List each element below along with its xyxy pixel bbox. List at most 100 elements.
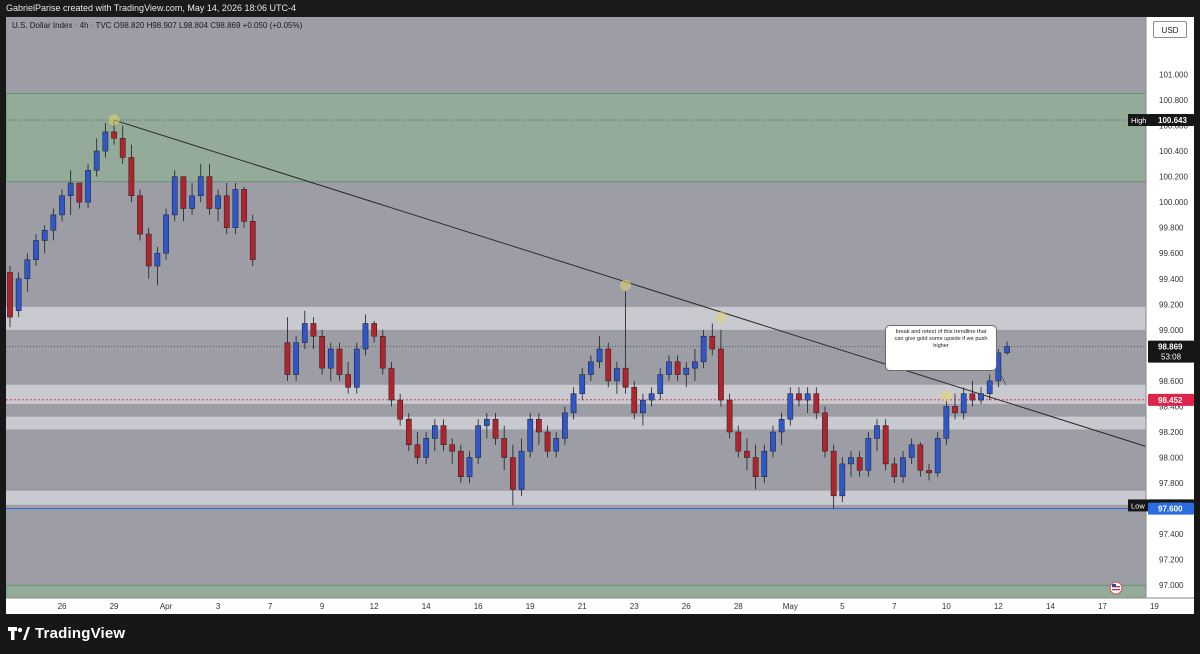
- candle-body: [492, 418, 499, 439]
- sr-zone-5[interactable]: [6, 490, 1146, 505]
- candle-body: [67, 182, 74, 197]
- candle[interactable]: [934, 432, 941, 477]
- candle-body: [41, 229, 48, 241]
- candle-body: [518, 450, 525, 490]
- last-price-countdown: 53:08: [1161, 353, 1182, 362]
- x-tick-label: 19: [526, 602, 535, 611]
- y-tick-label: 98.200: [1159, 428, 1184, 437]
- candle[interactable]: [319, 329, 325, 375]
- candle[interactable]: [163, 208, 169, 260]
- x-tick-label: 16: [474, 602, 483, 611]
- candle-body: [804, 393, 811, 401]
- candle-body: [457, 450, 464, 477]
- touch-point-marker[interactable]: [715, 311, 727, 323]
- candle[interactable]: [171, 170, 178, 222]
- candle-body: [449, 444, 456, 452]
- x-tick-label: 7: [268, 602, 273, 611]
- candle[interactable]: [605, 342, 612, 388]
- candle[interactable]: [865, 432, 872, 477]
- candle[interactable]: [379, 329, 386, 375]
- candle-body: [336, 348, 343, 375]
- candle-body: [405, 418, 412, 446]
- candle-body: [293, 342, 299, 375]
- candle-body: [544, 431, 551, 452]
- candle-body: [908, 444, 915, 458]
- x-tick-label: 28: [734, 602, 743, 611]
- candle[interactable]: [353, 342, 360, 394]
- candle-body: [978, 393, 984, 401]
- supply-zone-0[interactable]: [6, 93, 1147, 183]
- candle-body: [969, 393, 976, 401]
- candle-body: [900, 457, 906, 477]
- touch-point-marker[interactable]: [940, 390, 952, 402]
- candle[interactable]: [388, 361, 395, 407]
- y-tick-label: 100.000: [1159, 198, 1188, 207]
- y-tick-label: 100.400: [1159, 147, 1188, 156]
- candle-body: [128, 157, 135, 197]
- candle-body: [163, 214, 169, 254]
- x-tick-label: 23: [630, 602, 639, 611]
- candle[interactable]: [943, 400, 950, 445]
- candle[interactable]: [726, 393, 733, 439]
- candle-body: [85, 169, 91, 203]
- candle-body: [301, 323, 308, 343]
- annotation-callout[interactable]: break and retest of this trendline that …: [885, 325, 997, 371]
- candle[interactable]: [839, 457, 846, 503]
- candle-body: [822, 412, 828, 452]
- chart-header: GabrielParise created with TradingView.c…: [0, 0, 1200, 17]
- candle-body: [700, 335, 707, 363]
- y-tick-label: 97.800: [1159, 479, 1184, 488]
- x-tick-label: 14: [1046, 602, 1055, 611]
- candle-body: [891, 463, 898, 477]
- candle[interactable]: [475, 419, 482, 464]
- candle[interactable]: [527, 412, 534, 458]
- touch-point-marker[interactable]: [108, 114, 120, 126]
- candle-body: [648, 393, 655, 401]
- y-tick-label: 99.800: [1159, 224, 1184, 233]
- candle-body: [171, 176, 178, 216]
- supply-zone-1[interactable]: [6, 584, 1147, 599]
- y-tick-label: 99.000: [1159, 326, 1184, 335]
- candle-body: [952, 406, 958, 414]
- time-axis[interactable]: [6, 598, 1194, 614]
- candle-body: [796, 393, 802, 401]
- candle-body: [189, 195, 195, 209]
- currency-button[interactable]: USD: [1153, 21, 1187, 38]
- candle-body: [249, 221, 256, 260]
- candle-body: [24, 259, 31, 280]
- touch-point-marker[interactable]: [620, 279, 632, 291]
- candle[interactable]: [249, 214, 256, 266]
- candle-body: [423, 438, 430, 458]
- tradingview-logo[interactable]: TradingView: [8, 625, 125, 642]
- y-tick-label: 98.600: [1159, 377, 1184, 386]
- sr-zone-4[interactable]: [6, 416, 1146, 430]
- candle[interactable]: [15, 272, 22, 318]
- candle-body: [830, 450, 837, 497]
- candle[interactable]: [293, 336, 299, 381]
- candle[interactable]: [882, 419, 889, 471]
- candle-body: [241, 189, 247, 222]
- flag-icon[interactable]: [1109, 581, 1123, 595]
- candle-body: [848, 457, 854, 465]
- candle[interactable]: [232, 183, 239, 235]
- price-chart[interactable]: 101.000100.800100.600100.400100.200100.0…: [6, 17, 1194, 614]
- candle[interactable]: [85, 163, 91, 209]
- candle[interactable]: [822, 406, 828, 458]
- candle-body: [501, 438, 508, 458]
- candle-body: [440, 425, 447, 446]
- candle-body: [327, 348, 334, 369]
- candle-body: [718, 348, 724, 401]
- y-tick-label: 98.000: [1159, 454, 1184, 463]
- candle-body: [752, 457, 759, 477]
- footer-bar: TradingView: [0, 614, 1200, 654]
- candle[interactable]: [137, 189, 143, 241]
- candle-body: [926, 470, 932, 474]
- tradingview-logo-text: TradingView: [35, 625, 126, 642]
- candle-body: [362, 323, 369, 350]
- candle-body: [657, 374, 664, 394]
- chart-frame[interactable]: 101.000100.800100.600100.400100.200100.0…: [6, 17, 1194, 614]
- candle-body: [232, 189, 239, 228]
- candle-body: [674, 361, 681, 375]
- y-tick-label: 100.200: [1159, 173, 1188, 182]
- candle-body: [882, 425, 889, 465]
